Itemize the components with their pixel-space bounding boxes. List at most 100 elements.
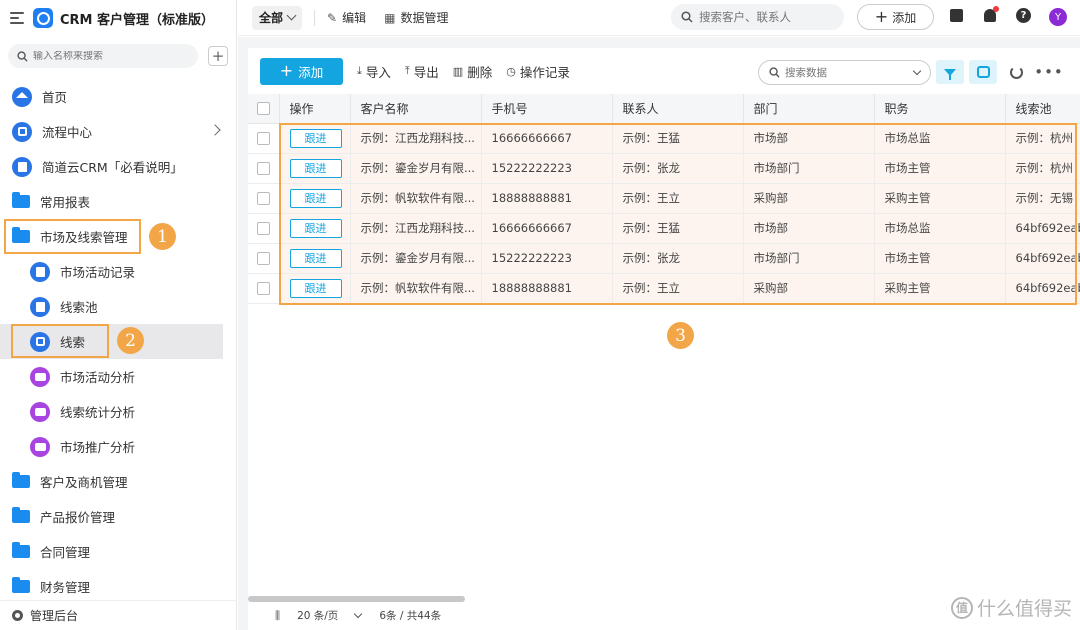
- bell-icon[interactable]: [984, 6, 999, 22]
- column-header[interactable]: 手机号: [481, 94, 613, 124]
- global-add-button[interactable]: + 添加: [857, 4, 934, 30]
- sidebar-item-contracts[interactable]: 合同管理: [0, 534, 237, 569]
- row-checkbox[interactable]: [256, 222, 270, 235]
- avatar[interactable]: Y: [1049, 8, 1067, 26]
- filter-icon: [944, 68, 956, 80]
- card-view-button[interactable]: [969, 60, 997, 84]
- sidebar-search: +: [0, 36, 236, 68]
- column-header[interactable]: 部门: [743, 94, 875, 124]
- row-checkbox[interactable]: [256, 132, 270, 145]
- chevron-down-icon: [286, 10, 297, 21]
- view-all-label: 全部: [259, 11, 284, 25]
- top-bar: 全部 ✎ 编辑 ▦ 数据管理 + 添加 ? Y: [238, 0, 1080, 36]
- sidebar-item-customers[interactable]: 客户及商机管理: [0, 464, 237, 499]
- chevron-right-icon: [209, 124, 221, 136]
- sidebar-item-promo-analysis[interactable]: 市场推广分析: [0, 429, 237, 464]
- sidebar-item-reports[interactable]: 常用报表: [0, 184, 237, 219]
- global-search[interactable]: [671, 4, 844, 30]
- refresh-icon: [1009, 65, 1023, 79]
- export-button[interactable]: ⤒ 导出: [405, 62, 439, 81]
- import-button[interactable]: ⤓ 导入: [357, 62, 391, 81]
- row-checkbox[interactable]: [256, 192, 270, 205]
- folder-icon: [12, 472, 30, 488]
- chart-icon: [30, 401, 50, 422]
- notebook-icon[interactable]: [950, 9, 963, 22]
- menu-icon[interactable]: [10, 12, 24, 24]
- avatar-letter: Y: [1049, 8, 1067, 26]
- select-all-checkbox[interactable]: [256, 102, 270, 116]
- folder-icon: [12, 542, 30, 558]
- help-icon[interactable]: ?: [1016, 8, 1031, 23]
- chevron-down-icon: [912, 66, 922, 76]
- table-icon: ▦: [384, 10, 396, 25]
- row-checkbox[interactable]: [256, 282, 270, 295]
- app-logo-icon: [33, 8, 53, 28]
- sidebar-search-input[interactable]: [33, 50, 183, 62]
- import-label: 导入: [365, 64, 391, 80]
- more-button[interactable]: •••: [1034, 60, 1063, 84]
- column-header[interactable]: 联系人: [612, 94, 744, 124]
- row-checkbox[interactable]: [256, 162, 270, 175]
- callout-badge-3: 3: [667, 322, 694, 349]
- select-all-cell: [248, 94, 280, 124]
- view-all-dropdown[interactable]: 全部: [252, 5, 303, 30]
- row-select-cell: [248, 153, 280, 184]
- column-header[interactable]: 操作: [279, 94, 351, 124]
- operation-log-button[interactable]: ◷ 操作记录: [506, 62, 570, 81]
- column-header[interactable]: 线索池: [1005, 94, 1080, 124]
- doc-icon: [30, 261, 50, 282]
- column-header[interactable]: 职务: [874, 94, 1006, 124]
- operation-log-label: 操作记录: [519, 64, 570, 80]
- gear-icon: [12, 610, 23, 621]
- card-view-icon: [976, 66, 990, 78]
- sidebar-item-lead-pool[interactable]: 线索池: [0, 289, 237, 324]
- pagination-settings-icon[interactable]: ⫼: [275, 609, 280, 623]
- global-search-input[interactable]: [699, 10, 839, 24]
- sidebar-search-box[interactable]: [8, 44, 198, 68]
- export-icon: ⤒: [404, 64, 410, 77]
- sidebar-item-home[interactable]: 首页: [0, 79, 237, 114]
- page-size-dropdown[interactable]: [354, 609, 363, 619]
- divider: [314, 9, 316, 26]
- refresh-button[interactable]: [1002, 60, 1030, 84]
- sidebar-item-label: 线索池: [60, 300, 98, 315]
- data-manage-button[interactable]: ▦ 数据管理: [384, 9, 448, 26]
- plus-icon: +: [874, 7, 889, 26]
- clock-icon: ◷: [506, 64, 516, 78]
- edit-button[interactable]: ✎ 编辑: [327, 9, 366, 26]
- sidebar-item-label: 合同管理: [40, 545, 91, 560]
- doc-icon: [30, 296, 50, 317]
- sidebar-item-campaign-analysis[interactable]: 市场活动分析: [0, 359, 237, 394]
- sidebar-item-lead-stats[interactable]: 线索统计分析: [0, 394, 237, 429]
- callout-badge-1: 1: [149, 223, 176, 250]
- row-checkbox[interactable]: [256, 252, 270, 265]
- import-icon: ⤓: [357, 64, 362, 77]
- delete-label: 删除: [467, 64, 493, 80]
- record-total: 6条 / 共44条: [379, 610, 442, 622]
- sidebar-add-button[interactable]: +: [208, 46, 228, 66]
- doc-icon: [12, 156, 32, 177]
- callout-box-3: [279, 123, 1077, 305]
- column-header[interactable]: 客户名称: [350, 94, 482, 124]
- sidebar-item-label: 市场推广分析: [60, 440, 136, 455]
- app-title: CRM 客户管理（标准版）: [60, 12, 215, 28]
- delete-button[interactable]: ▥ 删除: [453, 62, 492, 81]
- add-record-button[interactable]: + 添加: [260, 57, 343, 85]
- row-select-cell: [248, 183, 280, 214]
- chart-icon: [30, 436, 50, 457]
- row-select-cell: [248, 213, 280, 244]
- watermark: 值 什么值得买: [950, 594, 1072, 621]
- sidebar-item-flow-center[interactable]: 流程中心: [0, 114, 237, 149]
- plus-icon: +: [279, 61, 294, 80]
- sidebar-item-quotes[interactable]: 产品报价管理: [0, 499, 237, 534]
- data-search-input[interactable]: [785, 66, 895, 79]
- filter-button[interactable]: [936, 60, 964, 84]
- sidebar-item-campaign-records[interactable]: 市场活动记录: [0, 254, 237, 289]
- sidebar-item-label: 市场活动记录: [60, 265, 136, 280]
- sidebar-item-label: 线索统计分析: [60, 405, 136, 420]
- sidebar-item-guide[interactable]: 简道云CRM「必看说明」: [0, 149, 237, 184]
- admin-link[interactable]: 管理后台: [0, 600, 237, 630]
- sidebar-item-label: 流程中心: [42, 125, 93, 140]
- sidebar-item-finance[interactable]: 财务管理: [0, 569, 237, 604]
- data-search[interactable]: [758, 60, 931, 85]
